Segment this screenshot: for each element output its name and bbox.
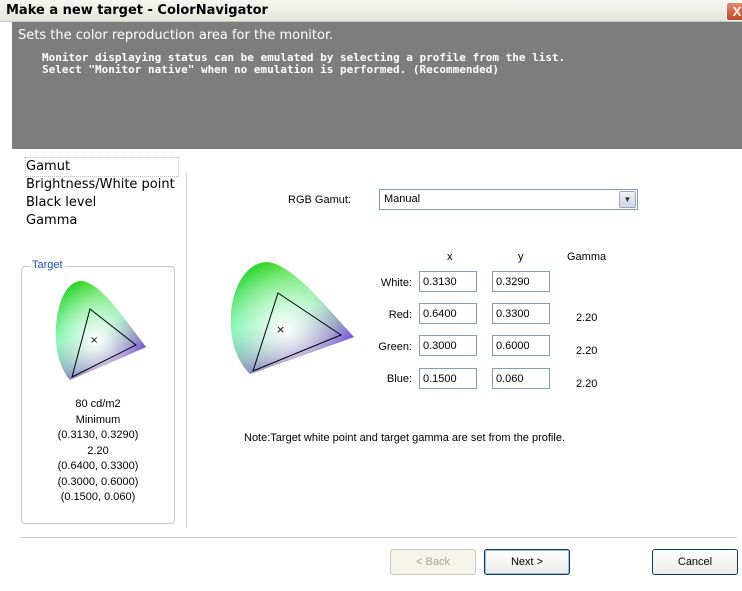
footer-divider [20, 537, 737, 538]
target-legend: Target [30, 259, 65, 271]
red-y-field[interactable] [492, 303, 550, 324]
step-navigation: Gamut Brightness/White point Black level… [25, 157, 179, 230]
row-label-blue: Blue: [386, 373, 412, 385]
target-values: 80 cd/m2 Minimum (0.3130, 0.3290) 2.20 (… [22, 397, 174, 506]
row-label-red: Red: [388, 309, 412, 321]
header-panel: Sets the color reproduction area for the… [12, 22, 742, 149]
column-header-x: x [447, 251, 453, 263]
row-label-white: White: [380, 277, 412, 289]
vertical-divider [186, 173, 187, 528]
target-blue-primary: (0.1500, 0.060) [60, 491, 136, 503]
green-gamma-value: 2.20 [576, 345, 598, 357]
next-button[interactable]: Next > [484, 549, 570, 575]
blue-x-field[interactable] [419, 368, 477, 389]
rgb-gamut-select[interactable]: Manual ▼ [379, 189, 638, 210]
target-white-point: (0.3130, 0.3290) [57, 429, 139, 441]
chevron-down-icon[interactable]: ▼ [619, 191, 636, 208]
red-gamma-value: 2.20 [576, 312, 598, 324]
main-chromaticity-diagram: × [228, 260, 358, 378]
nav-item-gamma[interactable]: Gamma [26, 212, 178, 230]
target-black-level: Minimum [75, 413, 121, 426]
svg-text:×: × [90, 335, 98, 346]
cancel-button[interactable]: Cancel [652, 549, 738, 575]
nav-item-brightness-white-point[interactable]: Brightness/White point [26, 176, 178, 194]
nav-item-gamut[interactable]: Gamut [25, 157, 179, 177]
column-header-y: y [518, 251, 524, 263]
target-summary-box: Target × 80 cd/m2 Minimum (0.3130, 0.329… [21, 259, 175, 524]
white-x-field[interactable] [419, 271, 477, 292]
svg-text:×: × [276, 323, 285, 336]
blue-gamma-value: 2.20 [576, 378, 598, 390]
column-header-gamma: Gamma [567, 251, 607, 263]
back-button[interactable]: < Back [390, 549, 476, 575]
header-title: Sets the color reproduction area for the… [18, 28, 334, 43]
target-brightness: 80 cd/m2 [75, 398, 121, 410]
nav-item-black-level[interactable]: Black level [26, 194, 178, 212]
rgb-gamut-selected-value: Manual [384, 193, 421, 205]
target-chromaticity-diagram: × [54, 279, 149, 384]
title-bar: Make a new target - ColorNavigator X [0, 0, 742, 22]
green-y-field[interactable] [492, 335, 550, 356]
window-title: Make a new target - ColorNavigator [6, 3, 268, 18]
white-y-field[interactable] [492, 271, 550, 292]
target-gamma: 2.20 [87, 444, 109, 457]
row-label-green: Green: [378, 341, 412, 353]
rgb-gamut-label: RGB Gamut: [288, 194, 351, 206]
close-button[interactable]: X [726, 2, 742, 21]
green-x-field[interactable] [419, 335, 477, 356]
target-red-primary: (0.6400, 0.3300) [57, 460, 139, 472]
target-green-primary: (0.3000, 0.6000) [57, 475, 139, 488]
blue-y-field[interactable] [492, 368, 550, 389]
profile-note: Note:Target white point and target gamma… [244, 432, 565, 444]
header-description-line-2: Select "Monitor native" when no emulatio… [42, 63, 499, 76]
red-x-field[interactable] [419, 303, 477, 324]
